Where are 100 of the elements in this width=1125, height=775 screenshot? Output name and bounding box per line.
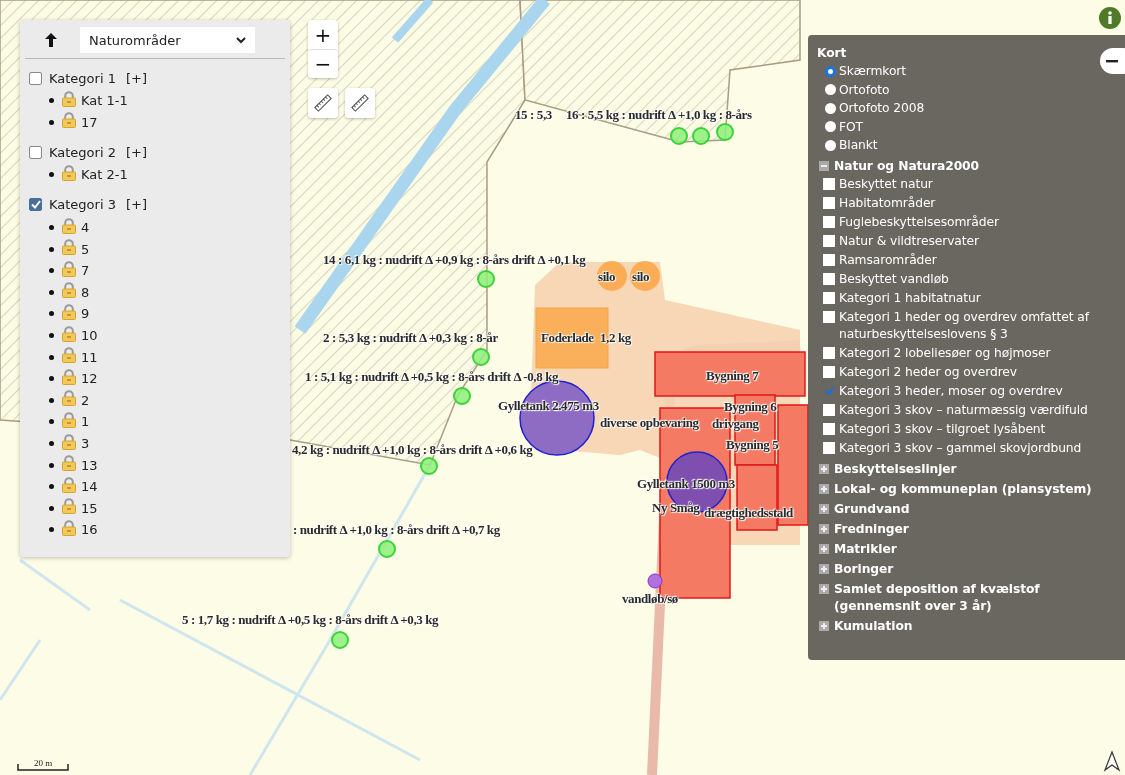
category-label: Kategori 3 <box>49 197 116 213</box>
expand-icon[interactable] <box>819 583 829 594</box>
checkbox[interactable] <box>29 198 42 212</box>
ditch-line <box>19 558 91 612</box>
radio-button[interactable] <box>825 65 836 77</box>
padlock-icon <box>62 217 76 234</box>
silo-marker <box>630 261 660 291</box>
layer-item[interactable]: Kat 2-1 <box>81 167 128 183</box>
layer-item[interactable]: 16 <box>81 522 98 538</box>
layer-item[interactable]: 2 <box>81 392 90 408</box>
layer-item[interactable]: 9 <box>81 306 90 322</box>
layer-label: Beskyttet natur <box>839 175 934 193</box>
bullet-icon <box>49 484 54 490</box>
layer-item[interactable]: 4 <box>81 220 90 236</box>
bullet-icon <box>49 397 54 403</box>
padlock-icon <box>62 90 76 107</box>
layer-item[interactable]: Kat 1-1 <box>81 93 128 109</box>
radio-button[interactable] <box>825 121 836 133</box>
measure-point-marker <box>692 127 710 145</box>
expand-icon[interactable] <box>819 483 829 494</box>
layer-item[interactable]: 13 <box>81 457 98 473</box>
padlock-icon <box>62 390 76 407</box>
radio-button[interactable] <box>825 102 836 114</box>
group-title[interactable]: Beskyttelseslinjer <box>834 460 957 478</box>
group-title[interactable]: Kumulation <box>834 617 913 635</box>
info-icon[interactable] <box>1099 7 1121 29</box>
group-title[interactable]: Grundvand <box>834 500 910 518</box>
expand-link[interactable]: [+] <box>125 144 147 160</box>
checkbox[interactable] <box>29 71 42 85</box>
checkbox[interactable] <box>823 234 835 247</box>
radio-label: Blankt <box>839 138 878 153</box>
padlock-icon <box>62 165 76 181</box>
expand-link[interactable]: [+] <box>125 70 147 86</box>
padlock-icon <box>62 325 76 342</box>
radio-label: Ortofoto <box>839 82 890 97</box>
checkbox[interactable] <box>823 253 835 266</box>
bullet-icon <box>49 527 54 533</box>
zoom-out-button[interactable]: − <box>308 49 338 78</box>
padlock-icon <box>62 519 76 536</box>
north-arrow-icon <box>1103 750 1121 772</box>
padlock-icon <box>62 303 76 320</box>
layer-item[interactable]: 12 <box>81 371 98 387</box>
expand-icon[interactable] <box>819 543 829 554</box>
padlock-icon <box>62 239 76 256</box>
checkbox[interactable] <box>823 346 835 359</box>
expand-icon[interactable] <box>819 503 829 514</box>
layer-item[interactable]: 8 <box>81 284 90 300</box>
checkbox[interactable] <box>823 215 835 228</box>
layer-item[interactable]: 7 <box>81 263 90 279</box>
layer-label: Habitatområder <box>839 194 937 212</box>
layer-item[interactable]: 15 <box>81 500 98 516</box>
checkbox[interactable] <box>823 441 835 454</box>
layer-item[interactable]: 10 <box>81 328 98 344</box>
checkbox[interactable] <box>823 196 835 209</box>
group-title[interactable]: Samlet deposition af kvælstof (gennemsnit over 3 år) <box>834 580 1125 615</box>
expand-icon[interactable] <box>819 620 829 631</box>
expand-icon[interactable] <box>819 463 829 474</box>
ruler-button[interactable] <box>345 88 375 118</box>
layer-label: Kategori 3 skov – gammel skovjordbund <box>839 439 1083 457</box>
group-title[interactable]: Lokal- og kommuneplan (plansystem) <box>834 480 1092 498</box>
checkbox[interactable] <box>823 403 835 416</box>
radio-label: FOT <box>839 119 863 134</box>
group-title[interactable]: Fredninger <box>834 520 909 538</box>
ruler-button[interactable] <box>308 88 338 118</box>
layer-item[interactable]: 5 <box>81 241 90 257</box>
layer-item[interactable]: 17 <box>81 114 98 130</box>
layer-item[interactable]: 3 <box>81 436 90 451</box>
checkbox[interactable] <box>29 145 42 159</box>
padlock-icon <box>62 455 76 472</box>
map-label: Foderlade <box>541 330 594 345</box>
checkbox[interactable] <box>823 310 835 323</box>
bullet-icon <box>49 172 54 178</box>
point-marker <box>647 573 663 589</box>
checkbox[interactable] <box>823 365 835 378</box>
checkbox[interactable] <box>823 422 835 435</box>
checkbox[interactable] <box>823 177 835 190</box>
expand-link[interactable]: [+] <box>125 197 147 213</box>
layer-label: Kategori 2 lobeliesøer og højmoser <box>839 344 1052 362</box>
checkbox[interactable] <box>823 384 835 397</box>
expand-icon[interactable] <box>819 563 829 574</box>
group-title[interactable]: Matrikler <box>834 540 897 558</box>
checkbox[interactable] <box>823 291 835 304</box>
collapse-icon[interactable] <box>819 160 829 171</box>
group-title[interactable]: Natur og Natura2000 <box>834 157 979 175</box>
padlock-icon <box>62 498 76 515</box>
expand-icon[interactable] <box>819 523 829 534</box>
radio-button[interactable] <box>825 84 836 96</box>
layer-label: Natur & vildtreservater <box>839 232 980 250</box>
map-label: 14 : 6,1 kg : nudrift Δ +0,9 kg : 8-års drift Δ +0,1 kg <box>323 252 586 267</box>
group-title[interactable]: Boringer <box>834 560 894 578</box>
layer-item[interactable]: 11 <box>81 349 98 365</box>
map-label: Gylletank 1500 m3 <box>637 476 735 491</box>
layer-item[interactable]: 1 <box>81 414 90 430</box>
map-label: : nudrift Δ +1,0 kg : 8-års drift Δ +0,7 kg <box>293 522 500 537</box>
layer-item[interactable]: 14 <box>81 479 98 495</box>
zoom-in-button[interactable]: + <box>308 20 338 49</box>
layer-select[interactable]: Naturområder <box>80 27 255 53</box>
radio-button[interactable] <box>825 139 836 151</box>
checkbox[interactable] <box>823 272 835 285</box>
arrow-up-icon[interactable] <box>45 33 57 47</box>
